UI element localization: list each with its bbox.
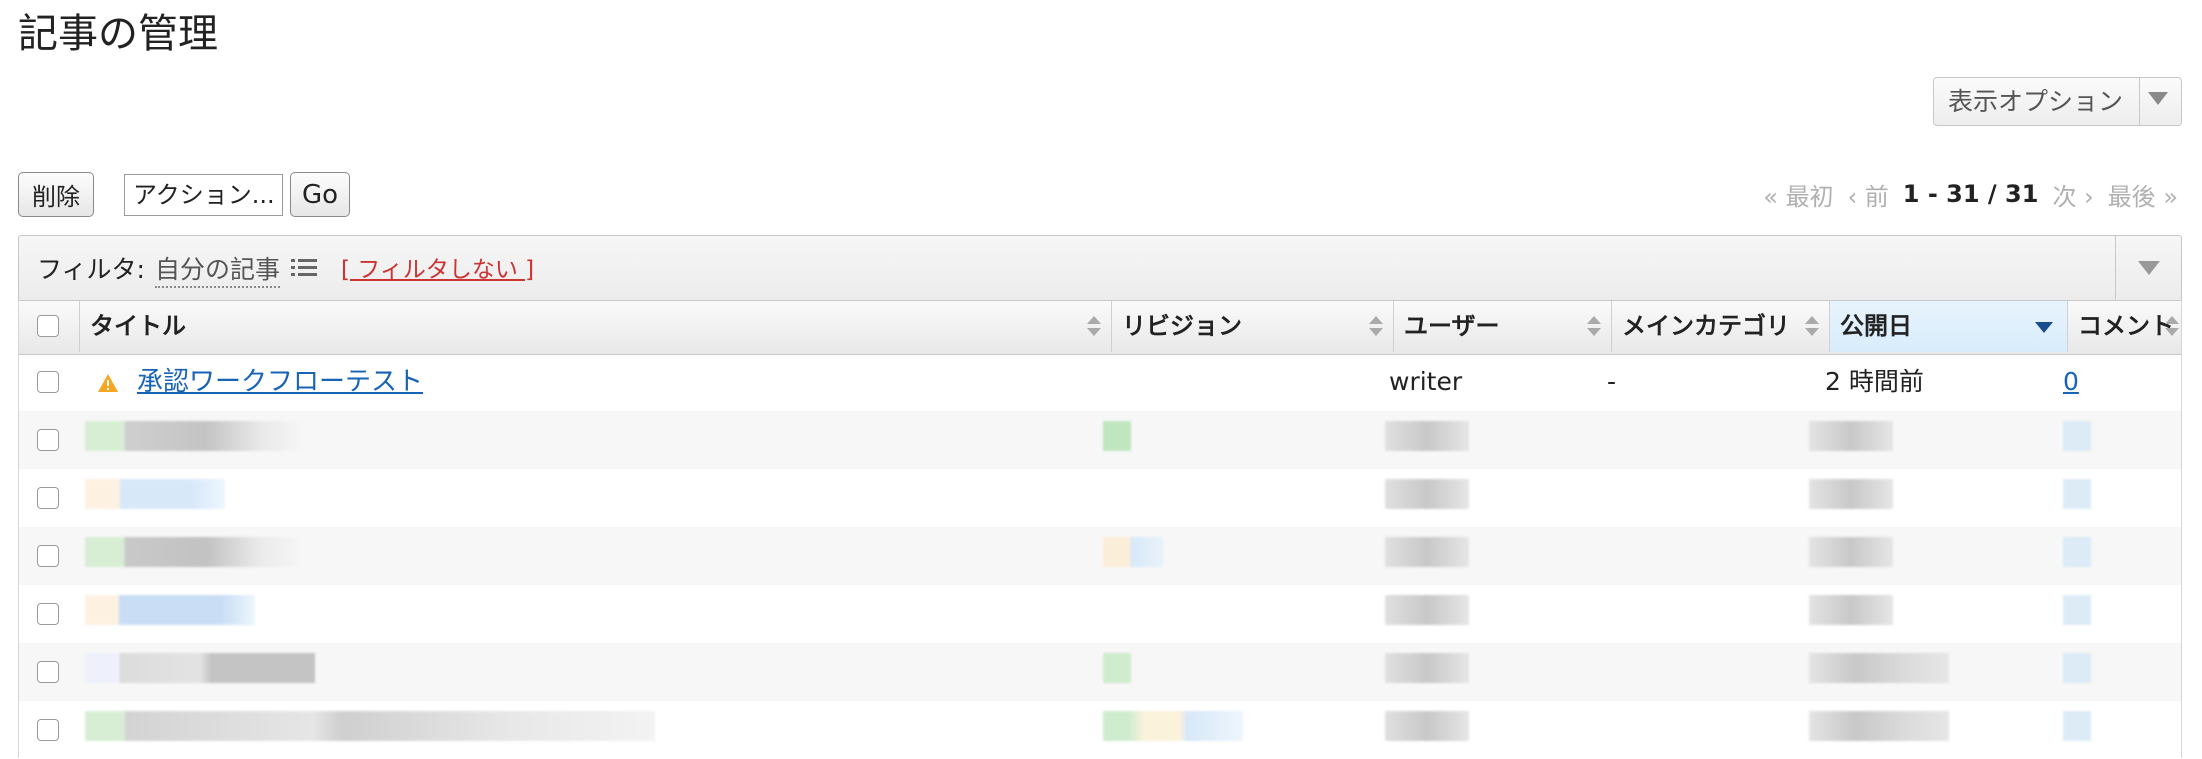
sort-icon [1369,316,1383,338]
table-row [19,701,2181,759]
articles-table: タイトル リビジョン ユーザー メインカテゴリ 公開日 コメント 承認ワークフロ… [18,300,2182,758]
blurred-title [85,421,305,451]
blurred-comments [2063,421,2091,451]
chevron-down-icon [2138,261,2160,275]
row-title-cell: 承認ワークフローテスト [137,353,423,411]
header-comments[interactable]: コメント [2067,301,2183,352]
header-category[interactable]: メインカテゴリ [1611,301,1829,352]
header-title-label: タイトル [90,312,186,340]
row-comments-cell: 0 [2063,353,2079,411]
table-row [19,585,2181,643]
row-checkbox[interactable] [37,545,59,567]
row-category-cell: - [1607,367,1617,396]
filter-bar: フィルタ: 自分の記事 [ フィルタしない ] [18,235,2182,300]
blurred-date [1809,653,1949,683]
blurred-user [1385,653,1469,683]
blurred-revision [1103,711,1243,741]
table-row: 承認ワークフローテスト writer - 2 時間前 0 [19,353,2181,411]
row-published-cell: 2 時間前 [1825,367,1924,396]
sort-icon [2165,316,2179,338]
row-checkbox[interactable] [37,429,59,451]
header-user[interactable]: ユーザー [1393,301,1611,352]
blurred-user [1385,421,1469,451]
blurred-title [85,537,305,567]
header-select-all-cell [19,301,79,352]
blurred-comments [2063,537,2091,567]
row-checkbox[interactable] [37,603,59,625]
display-options-label: 表示オプション [1948,87,2124,116]
blurred-date [1809,479,1893,509]
display-options-divider [2139,78,2140,125]
blurred-user [1385,479,1469,509]
list-icon[interactable] [291,257,317,279]
blurred-comments [2063,711,2091,741]
header-comments-label: コメント [2078,312,2174,340]
warning-icon [98,374,118,392]
blurred-date [1809,595,1893,625]
go-button[interactable]: Go [290,172,350,217]
blurred-date [1809,421,1893,451]
blurred-user [1385,595,1469,625]
table-row [19,643,2181,701]
blurred-comments [2063,479,2091,509]
row-checkbox[interactable] [37,661,59,683]
display-options-button[interactable]: 表示オプション [1933,77,2182,126]
table-header: タイトル リビジョン ユーザー メインカテゴリ 公開日 コメント [19,300,2181,355]
header-revision-label: リビジョン [1122,312,1242,340]
row-user-cell: writer [1389,367,1463,396]
blurred-title [85,711,655,741]
pager-first-link[interactable]: « 最初 [1763,177,1833,212]
comment-count-link[interactable]: 0 [2063,367,2079,396]
no-filter-link[interactable]: [ フィルタしない ] [341,250,534,284]
blurred-user [1385,711,1469,741]
blurred-date [1809,537,1893,567]
blurred-revision [1103,653,1131,683]
row-checkbox[interactable] [37,371,59,393]
header-category-label: メインカテゴリ [1622,312,1790,340]
blurred-user [1385,537,1469,567]
blurred-title [85,595,255,625]
blurred-title [85,653,315,683]
header-revision[interactable]: リビジョン [1111,301,1393,352]
header-title[interactable]: タイトル [79,301,1111,352]
pagination: « 最初 ‹ 前 1 - 31 / 31 次 › 最後 » [1763,176,2178,212]
pager-next-link[interactable]: 次 › [2052,177,2093,212]
article-title-link[interactable]: 承認ワークフローテスト [137,367,423,397]
blurred-comments [2063,653,2091,683]
blurred-comments [2063,595,2091,625]
table-row [19,527,2181,585]
row-checkbox[interactable] [37,487,59,509]
pager-last-link[interactable]: 最後 » [2108,177,2178,212]
chevron-down-icon [2148,92,2168,105]
filter-toggle-button[interactable] [2115,236,2181,299]
blurred-revision [1103,421,1131,451]
delete-button[interactable]: 削除 [18,172,94,217]
table-row [19,469,2181,527]
action-select[interactable]: アクション... [124,174,283,216]
header-published[interactable]: 公開日 [1829,301,2067,352]
page-title: 記事の管理 [18,11,218,57]
table-row [19,411,2181,469]
header-published-label: 公開日 [1840,312,1912,340]
header-user-label: ユーザー [1404,312,1500,340]
sort-icon [1805,316,1819,338]
pager-prev-link[interactable]: ‹ 前 [1848,177,1889,212]
blurred-revision [1103,537,1163,567]
blurred-date [1809,711,1949,741]
sort-icon [1587,316,1601,338]
row-checkbox[interactable] [37,719,59,741]
sort-icon [1087,316,1101,338]
filter-label: フィルタ: [37,255,145,284]
blurred-title [85,479,225,509]
pager-range: 1 - 31 / 31 [1902,180,2039,208]
select-all-checkbox[interactable] [37,315,59,337]
filter-select[interactable]: 自分の記事 [155,250,281,288]
sort-desc-icon [2035,322,2053,333]
